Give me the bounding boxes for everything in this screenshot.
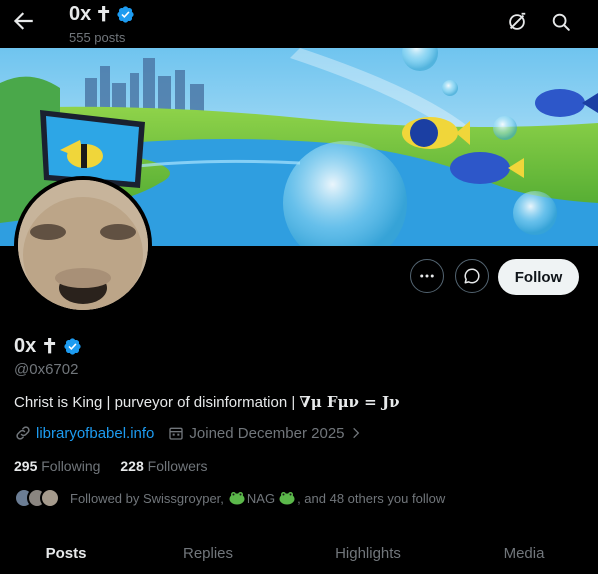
grok-icon: [509, 12, 526, 30]
search-icon: [552, 13, 570, 31]
profile-meta: libraryofbabel.info Joined December 2025: [14, 424, 363, 442]
followers-link[interactable]: 228 Followers: [120, 458, 207, 474]
top-bar: 0x ✝ 555 posts: [0, 0, 598, 48]
grok-button[interactable]: [506, 11, 528, 33]
cross-icon: ✝: [95, 4, 113, 26]
verified-badge-icon: [117, 6, 134, 23]
more-icon: [420, 274, 434, 278]
avatar-image: [18, 180, 148, 310]
bio-equation: ∇μ Fμν = Jν: [299, 393, 400, 411]
tab-replies[interactable]: Replies: [183, 545, 233, 562]
frog-emoji-icon: [229, 492, 245, 505]
following-label: Following: [41, 458, 101, 474]
frog-emoji-icon: [279, 492, 295, 505]
followed-by-suffix: , and 48 others you follow: [297, 490, 446, 506]
join-date: Joined December 2025: [189, 424, 345, 442]
message-icon: [464, 268, 480, 284]
more-button[interactable]: [410, 259, 444, 293]
link-icon: [16, 426, 30, 440]
display-name: 0x ✝: [14, 334, 82, 359]
chevron-right-icon[interactable]: [349, 426, 363, 440]
bio: Christ is King | purveyor of disinformat…: [14, 393, 399, 411]
followed-by[interactable]: Followed by Swissgroyper, NAG , and 48 o…: [14, 488, 445, 508]
follower-avatars: [14, 488, 60, 508]
followers-label: Followers: [147, 458, 208, 474]
tab-highlights[interactable]: Highlights: [335, 545, 401, 562]
follow-button[interactable]: Follow: [498, 259, 579, 295]
profile-avatar[interactable]: [14, 176, 152, 314]
arrow-left-icon: [13, 12, 33, 30]
followers-count: 228: [120, 458, 144, 474]
cross-icon: ✝: [41, 336, 59, 358]
website-link[interactable]: libraryofbabel.info: [36, 425, 154, 442]
search-button[interactable]: [550, 11, 572, 33]
profile-tabs: Posts Replies Highlights Media: [0, 535, 598, 574]
bio-text: Christ is King | purveyor of disinformat…: [14, 394, 296, 411]
display-name-text: 0x: [14, 335, 37, 357]
verified-badge-icon[interactable]: [63, 337, 82, 356]
avatar: [40, 488, 60, 508]
followed-by-prefix: Followed by Swissgroyper,: [70, 490, 224, 506]
calendar-icon: [169, 427, 184, 440]
follow-stats: 295 Following 228 Followers: [14, 458, 208, 474]
header-title: 0x ✝: [69, 2, 135, 27]
back-button[interactable]: [10, 8, 36, 34]
following-count: 295: [14, 458, 38, 474]
tab-media[interactable]: Media: [504, 545, 545, 562]
user-handle: @0x6702: [14, 361, 79, 378]
following-link[interactable]: 295 Following: [14, 458, 100, 474]
posts-count: 555 posts: [69, 30, 126, 45]
followed-by-nag: NAG: [246, 490, 276, 506]
header-name: 0x: [69, 3, 92, 25]
tab-posts[interactable]: Posts: [46, 545, 87, 562]
message-button[interactable]: [455, 259, 489, 293]
